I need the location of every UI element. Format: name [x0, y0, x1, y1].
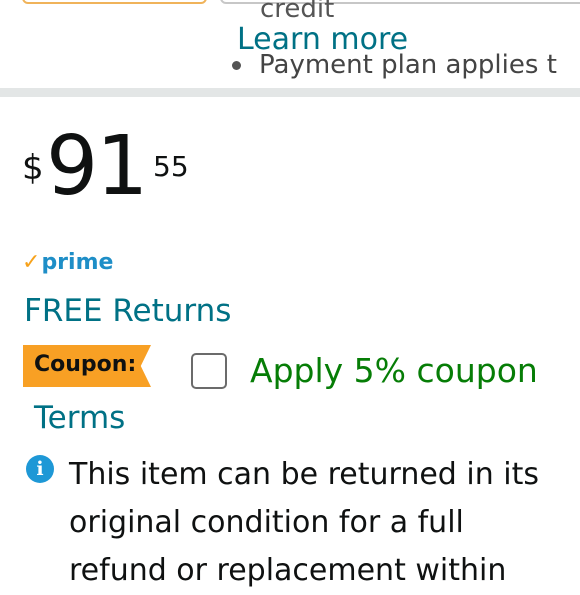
info-icon: i [26, 455, 54, 483]
partial-button-left[interactable] [22, 0, 207, 4]
coupon-checkbox[interactable] [191, 353, 227, 389]
price-fraction: 55 [153, 150, 189, 183]
header-fragment: credit Learn more Payment plan applies t [0, 0, 580, 92]
apply-coupon-label[interactable]: Apply 5% coupon [250, 351, 538, 390]
payment-plan-text: Payment plan applies t [259, 50, 557, 80]
price-whole: 91 [46, 119, 148, 214]
prime-badge: ✓prime [22, 250, 113, 275]
price-currency-symbol: $ [22, 148, 44, 188]
credit-text: credit [260, 0, 335, 24]
bullet-icon [232, 61, 241, 70]
terms-link[interactable]: Terms [34, 400, 125, 436]
section-divider [0, 88, 580, 97]
return-policy-text: This item can be returned in its origina… [69, 457, 539, 588]
coupon-badge: Coupon: [23, 345, 151, 387]
prime-check-icon: ✓ [22, 250, 41, 275]
prime-label: prime [41, 250, 114, 275]
payment-plan-bullet: Payment plan applies t [232, 50, 557, 80]
coupon-badge-label: Coupon: [34, 352, 137, 377]
free-returns-link[interactable]: FREE Returns [24, 293, 231, 329]
